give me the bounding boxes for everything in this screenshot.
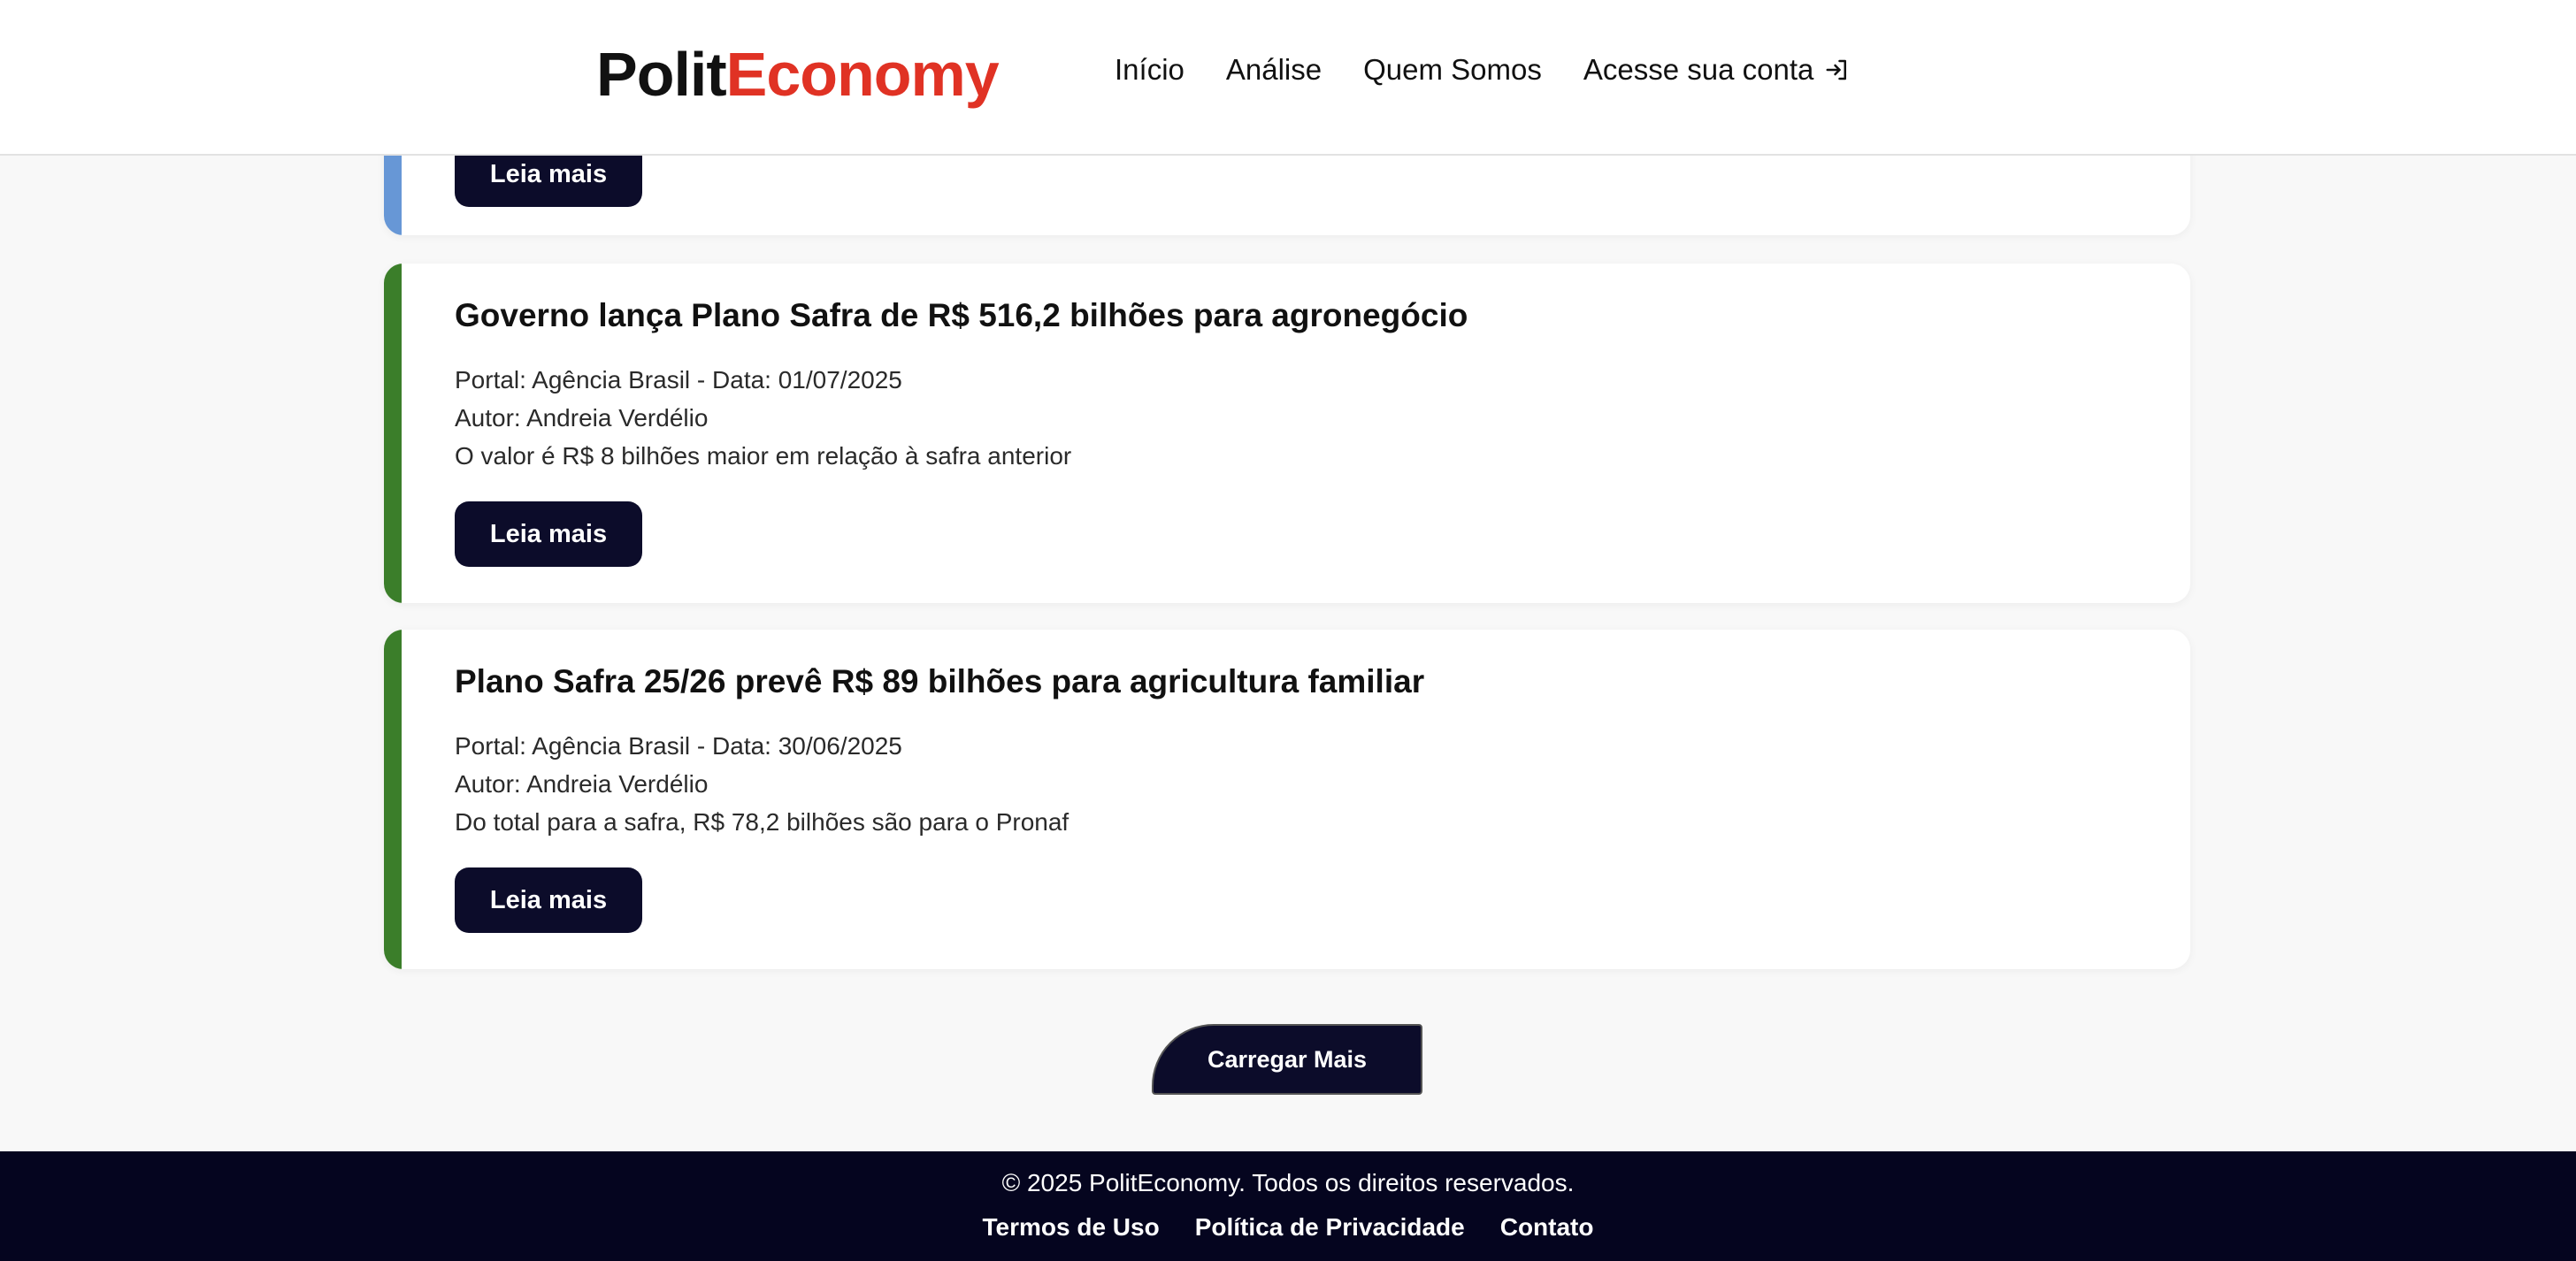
main-nav: Início Análise Quem Somos Acesse sua con… bbox=[1115, 53, 1851, 87]
site-header: PolitEconomy Início Análise Quem Somos A… bbox=[0, 0, 2576, 156]
card-accent-bar bbox=[384, 630, 402, 969]
footer-links: Termos de Uso Política de Privacidade Co… bbox=[0, 1213, 2576, 1242]
news-title[interactable]: Plano Safra 25/26 prevê R$ 89 bilhões pa… bbox=[455, 663, 2155, 700]
footer-link-contact[interactable]: Contato bbox=[1500, 1213, 1594, 1242]
nav-label: Acesse sua conta bbox=[1583, 53, 1814, 86]
footer-copyright: © 2025 PolitEconomy. Todos os direitos r… bbox=[1001, 1169, 1575, 1196]
nav-inicio[interactable]: Início bbox=[1115, 53, 1184, 87]
nav-account-login[interactable]: Acesse sua conta bbox=[1583, 53, 1852, 87]
news-title[interactable]: Governo lança Plano Safra de R$ 516,2 bi… bbox=[455, 297, 2155, 334]
news-author: Autor: Andreia Verdélio bbox=[455, 404, 709, 432]
logo-text-economy: Economy bbox=[725, 40, 1000, 109]
nav-label: Quem Somos bbox=[1363, 53, 1542, 86]
nav-analise[interactable]: Análise bbox=[1226, 53, 1322, 87]
logo-text-polit: Polit bbox=[596, 40, 727, 109]
news-portal-date: Portal: Agência Brasil - Data: 30/06/202… bbox=[455, 732, 902, 760]
news-author: Autor: Andreia Verdélio bbox=[455, 770, 709, 798]
nav-label: Início bbox=[1115, 53, 1184, 86]
card-accent-bar bbox=[384, 264, 402, 603]
news-summary: Do total para a safra, R$ 78,2 bilhões s… bbox=[455, 808, 1070, 836]
news-card: Governo lança Plano Safra de R$ 516,2 bi… bbox=[384, 264, 2190, 603]
site-logo[interactable]: PolitEconomy bbox=[596, 39, 1000, 110]
news-portal-date: Portal: Agência Brasil - Data: 01/07/202… bbox=[455, 366, 902, 394]
nav-label: Análise bbox=[1225, 53, 1322, 86]
load-more-button[interactable]: Carregar Mais bbox=[1152, 1024, 1422, 1095]
news-summary: O valor é R$ 8 bilhões maior em relação … bbox=[455, 442, 1072, 470]
footer-link-terms[interactable]: Termos de Uso bbox=[983, 1213, 1160, 1242]
nav-quem-somos[interactable]: Quem Somos bbox=[1363, 53, 1542, 87]
read-more-button[interactable]: Leia mais bbox=[455, 867, 642, 933]
news-card: Plano Safra 25/26 prevê R$ 89 bilhões pa… bbox=[384, 630, 2190, 969]
site-footer: © 2025 PolitEconomy. Todos os direitos r… bbox=[0, 1151, 2576, 1261]
login-icon bbox=[1824, 57, 1851, 83]
footer-link-privacy[interactable]: Política de Privacidade bbox=[1195, 1213, 1465, 1242]
read-more-button[interactable]: Leia mais bbox=[455, 501, 642, 567]
